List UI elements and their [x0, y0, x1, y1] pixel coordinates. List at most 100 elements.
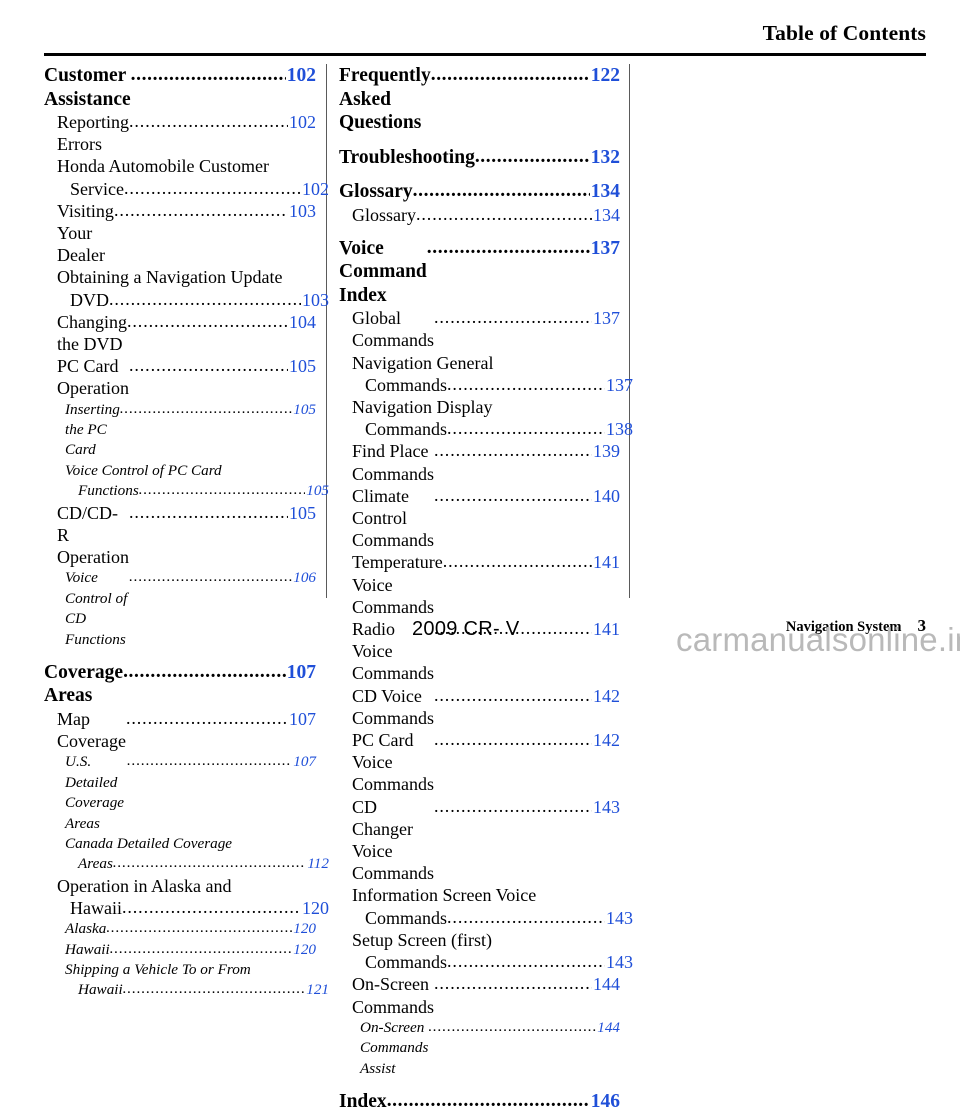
toc-leader-dots: ........................................… [129, 110, 288, 131]
toc-entry-text: Commands [365, 419, 448, 440]
toc-entry[interactable]: Map Coverage ...........................… [44, 708, 316, 752]
toc-leader-dots: ........................................… [434, 728, 592, 749]
toc-entry-text: Honda Automobile Customer [57, 156, 269, 177]
toc-entry[interactable]: Honda Automobile Customer Service........… [44, 155, 329, 199]
toc-page-number: 104 [289, 311, 316, 332]
toc-entry-line: Voice Command Index.....................… [339, 237, 620, 308]
toc-entry[interactable]: Obtaining a Navigation Update DVD .......… [44, 266, 329, 310]
toc-entry[interactable]: On-Screen Commands .....................… [339, 973, 620, 1017]
toc-page-number: 138 [606, 419, 633, 440]
toc-entry[interactable]: Troubleshooting.........................… [339, 145, 620, 170]
toc-entry-text: Glossary [352, 204, 421, 225]
toc-page-number: 103 [302, 289, 329, 310]
toc-entry[interactable]: On-Screen Commands Assist...............… [339, 1018, 620, 1079]
toc-leader-dots: ........................................… [434, 795, 592, 816]
toc-leader-dots: ........................................… [109, 939, 293, 957]
toc-leader-dots: ........................................… [386, 1089, 590, 1111]
toc-leader-dots: ........................................… [426, 236, 590, 258]
toc-page-number: 143 [606, 952, 633, 973]
toc-entry[interactable]: Hawaii .................................… [44, 940, 316, 960]
toc-entry[interactable]: PC Card Operation ......................… [44, 355, 316, 399]
toc-entry-text: Customer Assistance [44, 65, 136, 110]
column-divider-left [326, 64, 327, 598]
toc-entry[interactable]: Voice Control of CD Functions ..........… [44, 568, 316, 650]
toc-entry[interactable]: Frequently Asked Questions..............… [339, 64, 620, 135]
toc-entry-text: Commands [365, 952, 452, 973]
toc-entry-text: Information Screen Voice [352, 885, 537, 906]
toc-entry[interactable]: Reporting Errors .......................… [44, 111, 316, 155]
toc-entry[interactable]: Shipping a Vehicle To or From Hawaii.....… [44, 960, 329, 1001]
toc-entry[interactable]: Glossary ...............................… [339, 180, 620, 204]
toc-entry[interactable]: Index ..................................… [339, 1090, 620, 1113]
toc-page-number: 105 [289, 356, 316, 377]
toc-page-number: 134 [593, 204, 620, 225]
toc-page-number: 120 [302, 897, 329, 918]
toc-entry[interactable]: CD/CD-R Operation.......................… [44, 502, 316, 569]
toc-page-number: 139 [593, 441, 620, 462]
toc-leader-dots: ........................................… [434, 484, 592, 505]
toc-entry-text: Find Place Commands [352, 441, 439, 484]
toc-leader-dots: ........................................… [447, 951, 605, 972]
toc-entry[interactable]: Inserting the PC Card...................… [44, 400, 316, 461]
toc-page-number: 137 [590, 237, 620, 259]
toc-entry[interactable]: Voice Command Index.....................… [339, 237, 620, 308]
toc-leader-dots: ........................................… [434, 973, 592, 994]
toc-entry[interactable]: Coverage Areas..........................… [44, 661, 316, 708]
toc-entry[interactable]: Navigation General Commands .............… [339, 352, 633, 396]
footer-page-number: 3 [917, 616, 927, 635]
toc-entry[interactable]: Operation in Alaska and Hawaii ..........… [44, 875, 329, 919]
toc-entry[interactable]: Customer Assistance ....................… [44, 64, 316, 111]
toc-entry-line: Find Place Commands ....................… [352, 440, 620, 484]
toc-entry-text: On-Screen Commands [352, 974, 439, 1017]
toc-entry[interactable]: Temperature Voice Commands .............… [339, 551, 620, 618]
toc-page-number: 105 [289, 502, 316, 523]
toc-entry-line: Areas ..................................… [65, 854, 329, 874]
toc-entry[interactable]: Information Screen Voice Commands .......… [339, 884, 633, 928]
toc-entry-text: Hawaii [70, 897, 127, 918]
toc-entry[interactable]: Navigation Display Commands..............… [339, 396, 633, 440]
toc-entry-text: Shipping a Vehicle To or From [65, 960, 251, 978]
toc-entry[interactable]: Global Commands ........................… [339, 307, 620, 351]
toc-leader-dots: ........................................… [113, 199, 288, 220]
toc-leader-dots: ........................................… [127, 752, 292, 770]
toc-entry[interactable]: U.S. Detailed Coverage Areas............… [44, 752, 316, 834]
toc-entry-text: U.S. Detailed Coverage Areas [65, 753, 128, 832]
toc-leader-dots: ........................................… [447, 906, 605, 927]
toc-entry-line: CD/CD-R Operation.......................… [57, 502, 316, 569]
toc-page-number: 107 [286, 661, 316, 683]
toc-page-number: 121 [306, 981, 329, 999]
toc-entry[interactable]: Visiting Your Dealer ...................… [44, 200, 316, 267]
toc-entry-text: Commands [365, 374, 452, 395]
toc-leader-dots: ........................................… [434, 684, 592, 705]
toc-leader-dots: ........................................… [128, 355, 288, 376]
toc-entry[interactable]: Changing the DVD........................… [44, 311, 316, 355]
toc-entry-text: On-Screen Commands Assist [360, 1018, 432, 1077]
toc-entry-line: PC Card Voice Commands..................… [352, 729, 620, 796]
toc-leader-dots: ........................................… [430, 63, 590, 85]
toc-entry[interactable]: Voice Control of PC Card Functions.......… [44, 461, 329, 502]
toc-entry[interactable]: Canada Detailed Coverage Areas ..........… [44, 834, 329, 875]
toc-entry-text: Setup Screen (first) [352, 929, 492, 950]
toc-entry[interactable]: Find Place Commands ....................… [339, 440, 620, 484]
toc-entry[interactable]: CD Changer Voice Commands ..............… [339, 796, 620, 885]
toc-entry-text: Map Coverage [57, 708, 131, 752]
toc-entry-line: DVD ....................................… [57, 289, 329, 311]
toc-page-number: 134 [590, 181, 620, 202]
toc-leader-dots: ........................................… [128, 501, 288, 522]
toc-entry-line: Functions...............................… [65, 481, 329, 501]
toc-entry-text: Index [339, 1090, 392, 1112]
toc-entry[interactable]: CD Voice Commands ......................… [339, 685, 620, 729]
toc-leader-dots: ........................................… [127, 310, 288, 331]
toc-entry-line: Hawaii .................................… [65, 940, 316, 960]
toc-entry-text: PC Card Voice Commands [352, 730, 435, 795]
toc-entry[interactable]: Climate Control Commands ...............… [339, 485, 620, 552]
toc-entry-line: U.S. Detailed Coverage Areas............… [65, 752, 316, 834]
toc-entry[interactable]: Alaska .................................… [44, 919, 316, 939]
table-of-contents: Customer Assistance ....................… [0, 64, 960, 1112]
toc-entry[interactable]: Glossary ...............................… [339, 203, 620, 226]
toc-entry[interactable]: PC Card Voice Commands..................… [339, 729, 620, 796]
toc-leader-dots: ........................................… [121, 896, 301, 917]
toc-leader-dots: ........................................… [106, 919, 292, 937]
toc-entry[interactable]: Setup Screen (first) Commands ...........… [339, 929, 633, 973]
toc-entry-line: Frequently Asked Questions..............… [339, 64, 620, 135]
